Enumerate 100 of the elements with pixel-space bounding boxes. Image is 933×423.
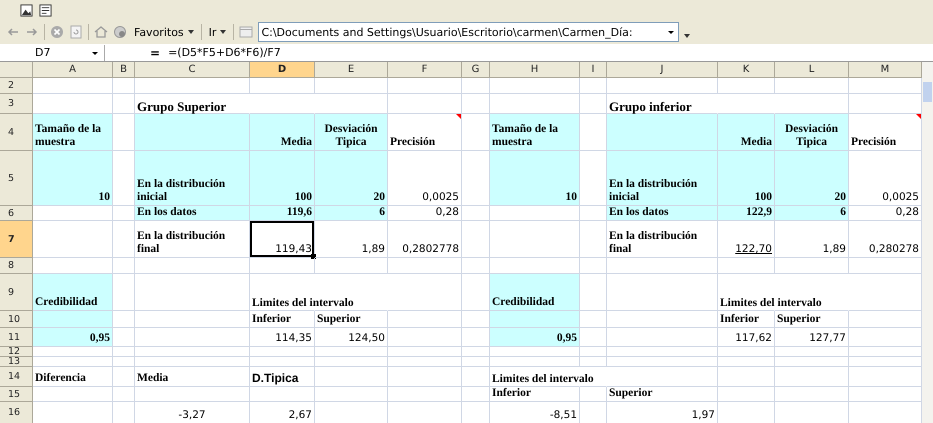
table-cell: 1,89 (775, 221, 849, 258)
row-header[interactable]: 13 (0, 357, 33, 367)
column-header[interactable]: H (490, 62, 580, 78)
column-header[interactable]: B (113, 62, 135, 78)
fill-handle[interactable] (311, 254, 316, 259)
column-header[interactable]: M (849, 62, 922, 78)
cell-text: Grupo Superior (136, 98, 228, 114)
column-header[interactable]: I (580, 62, 607, 78)
table-cell: En la distribución final (135, 221, 250, 258)
table-cell: D.Tipica (250, 367, 315, 387)
row-header[interactable]: 3 (0, 94, 33, 114)
address-field[interactable]: C:\Documents and Settings\Usuario\Escritorio\carmen\Carmen_Día: (258, 22, 680, 42)
column-header[interactable]: E (315, 62, 388, 78)
column-header[interactable]: K (718, 62, 775, 78)
table-cell (580, 78, 607, 94)
column-header[interactable]: C (135, 62, 250, 78)
table-cell (718, 78, 775, 94)
table-cell (580, 347, 607, 357)
column-header[interactable]: J (607, 62, 718, 78)
table-cell (462, 357, 490, 367)
caret-icon (188, 30, 194, 34)
row-header[interactable]: 2 (0, 78, 33, 94)
form-icon[interactable] (39, 4, 52, 16)
home-icon[interactable] (94, 25, 108, 39)
table-cell (580, 258, 607, 274)
table-cell: 124,50 (315, 328, 388, 347)
vertical-scrollbar[interactable] (922, 62, 933, 423)
table-cell: 1,97 (607, 402, 718, 423)
shaded-cell: Credibilidad (33, 274, 113, 311)
table-cell (113, 347, 135, 357)
cell-text: Limites del intervalo (719, 296, 823, 311)
select-all-corner[interactable] (0, 62, 33, 78)
table-cell: 119,43 (250, 221, 315, 258)
column-header[interactable]: L (775, 62, 849, 78)
shaded-cell: Desviación Tipica (775, 114, 849, 151)
table-cell: 127,77 (775, 328, 849, 347)
window-icon[interactable] (239, 25, 254, 39)
shaded-cell: 6 (315, 206, 388, 221)
table-cell: Precisión (388, 114, 462, 151)
table-cell: 1,89 (315, 221, 388, 258)
cell-text: Grupo inferior (608, 98, 693, 114)
shaded-cell: 100 (250, 151, 315, 206)
row-header[interactable]: 11 (0, 328, 33, 347)
shaded-cell: 100 (718, 151, 775, 206)
picture-icon[interactable] (20, 4, 33, 16)
column-header[interactable]: G (462, 62, 490, 78)
column-header[interactable]: F (388, 62, 462, 78)
row-header[interactable]: 5 (0, 151, 33, 206)
table-cell (250, 258, 315, 274)
cell-text: Limites del intervalo (491, 372, 595, 387)
row-header[interactable]: 14 (0, 367, 33, 387)
table-cell (250, 357, 315, 367)
column-header[interactable]: D (250, 62, 315, 78)
table-cell: 117,62 (718, 328, 775, 347)
shaded-cell: Media (718, 114, 775, 151)
row-header[interactable]: 10 (0, 311, 33, 328)
table-cell (580, 357, 607, 367)
shaded-cell: 0,95 (33, 328, 113, 347)
table-cell: Diferencia (33, 367, 113, 387)
cell-text: Limites del intervalo (251, 296, 355, 311)
shaded-cell: 20 (315, 151, 388, 206)
table-cell: 0,0025 (388, 151, 462, 206)
table-cell: 0,28 (388, 206, 462, 221)
row-header[interactable]: 12 (0, 347, 33, 357)
table-cell (718, 258, 775, 274)
row-header[interactable]: 16 (0, 402, 33, 423)
column-header[interactable]: A (33, 62, 113, 78)
stop-icon[interactable] (50, 25, 64, 39)
table-cell: Inferior (490, 387, 580, 402)
globe-icon[interactable] (113, 25, 127, 39)
shaded-cell: 6 (775, 206, 849, 221)
table-cell: Superior (607, 387, 718, 402)
name-box[interactable]: D7 (0, 44, 105, 60)
table-cell: En la distribución final (607, 221, 718, 258)
shaded-cell: 10 (490, 151, 580, 206)
table-cell (113, 78, 135, 94)
shaded-cell: 20 (775, 151, 849, 206)
row-header[interactable]: 7 (0, 221, 33, 258)
table-cell: Media (135, 367, 250, 387)
row-header[interactable]: 8 (0, 258, 33, 274)
table-cell: 122,70 (718, 221, 775, 258)
row-header[interactable]: 6 (0, 206, 33, 221)
refresh-icon[interactable] (69, 25, 83, 39)
table-cell: Superior (315, 311, 388, 328)
favorites-button[interactable]: Favoritos (132, 26, 196, 38)
shaded-cell: 10 (33, 151, 113, 206)
table-cell (462, 78, 490, 94)
caret-icon[interactable] (684, 34, 690, 38)
row-header[interactable]: 15 (0, 387, 33, 402)
table-cell: 2,67 (250, 402, 315, 423)
row-header[interactable]: 9 (0, 274, 33, 311)
table-cell: 0,2802778 (388, 221, 462, 258)
go-button[interactable]: Ir (206, 26, 228, 38)
equals-sign: = (150, 46, 160, 60)
shaded-cell: Credibilidad (490, 274, 580, 311)
shaded-cell: En los datos (607, 206, 718, 221)
formula-field[interactable]: =(D5*F5+D6*F6)/F7 (168, 46, 281, 59)
shaded-cell: Tamaño de la muestra (33, 114, 113, 151)
table-cell: Superior (775, 311, 849, 328)
row-header[interactable]: 4 (0, 114, 33, 151)
